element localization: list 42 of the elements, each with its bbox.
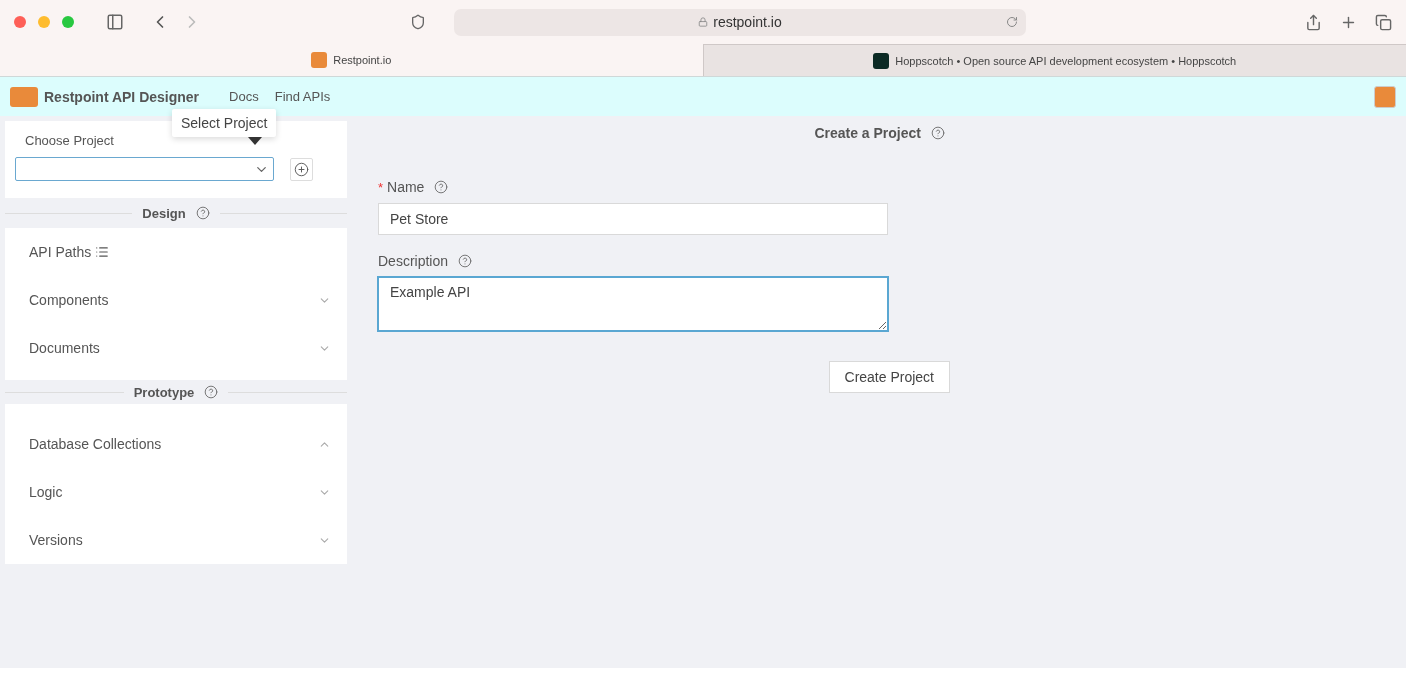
section-title: Design xyxy=(142,205,186,221)
api-paths-link[interactable]: API Paths xyxy=(29,244,92,260)
help-icon xyxy=(434,180,449,194)
required-mark: * xyxy=(378,179,384,195)
sidebar-icon[interactable] xyxy=(106,13,124,31)
nav-link[interactable]: Docs xyxy=(229,89,259,104)
tooltip-arrow xyxy=(248,137,262,145)
help-icon xyxy=(195,206,210,220)
tabs-overview-icon[interactable] xyxy=(1375,13,1392,31)
accordion-header[interactable]: Components xyxy=(5,276,347,324)
form-title: Create a Project xyxy=(814,125,921,141)
nav-link[interactable]: Find APIs xyxy=(274,89,331,104)
browser-tab[interactable]: Hoppscotch • Open source API development ecosystem • Hoppscotch xyxy=(702,44,1406,76)
name-field[interactable]: Pet Store xyxy=(378,203,888,235)
reload-icon[interactable] xyxy=(1006,16,1018,28)
accordion-header[interactable]: Documents xyxy=(5,324,347,372)
help-icon xyxy=(204,385,219,399)
share-icon[interactable] xyxy=(1305,13,1322,31)
url-text: restpoint.io xyxy=(713,14,782,30)
description-field[interactable]: Example API xyxy=(378,277,888,331)
plus-circle-icon xyxy=(294,161,309,177)
field-label: Description xyxy=(378,253,449,269)
app-title: Restpoint API Designer xyxy=(44,88,200,105)
help-icon xyxy=(931,126,945,140)
accordion-header[interactable]: Versions xyxy=(5,516,347,564)
field-label: Name xyxy=(387,179,425,195)
project-select[interactable] xyxy=(15,157,274,181)
address-bar[interactable]: restpoint.io xyxy=(454,8,1026,36)
list-icon xyxy=(95,245,110,259)
shield-icon[interactable] xyxy=(410,14,426,30)
add-project-button[interactable] xyxy=(290,157,313,181)
create-project-button[interactable]: Create Project xyxy=(828,361,950,393)
close-icon[interactable] xyxy=(14,16,26,28)
logo-icon xyxy=(10,86,38,107)
section-title: Prototype xyxy=(133,384,195,400)
accordion-header[interactable]: Logic xyxy=(5,468,347,516)
accordion-header[interactable]: Database Collections xyxy=(5,420,347,468)
choose-project-label: Choose Project xyxy=(25,133,114,148)
help-icon xyxy=(458,254,473,268)
favicon-icon xyxy=(311,52,328,68)
lock-icon xyxy=(698,17,709,27)
favicon-icon xyxy=(873,52,890,69)
